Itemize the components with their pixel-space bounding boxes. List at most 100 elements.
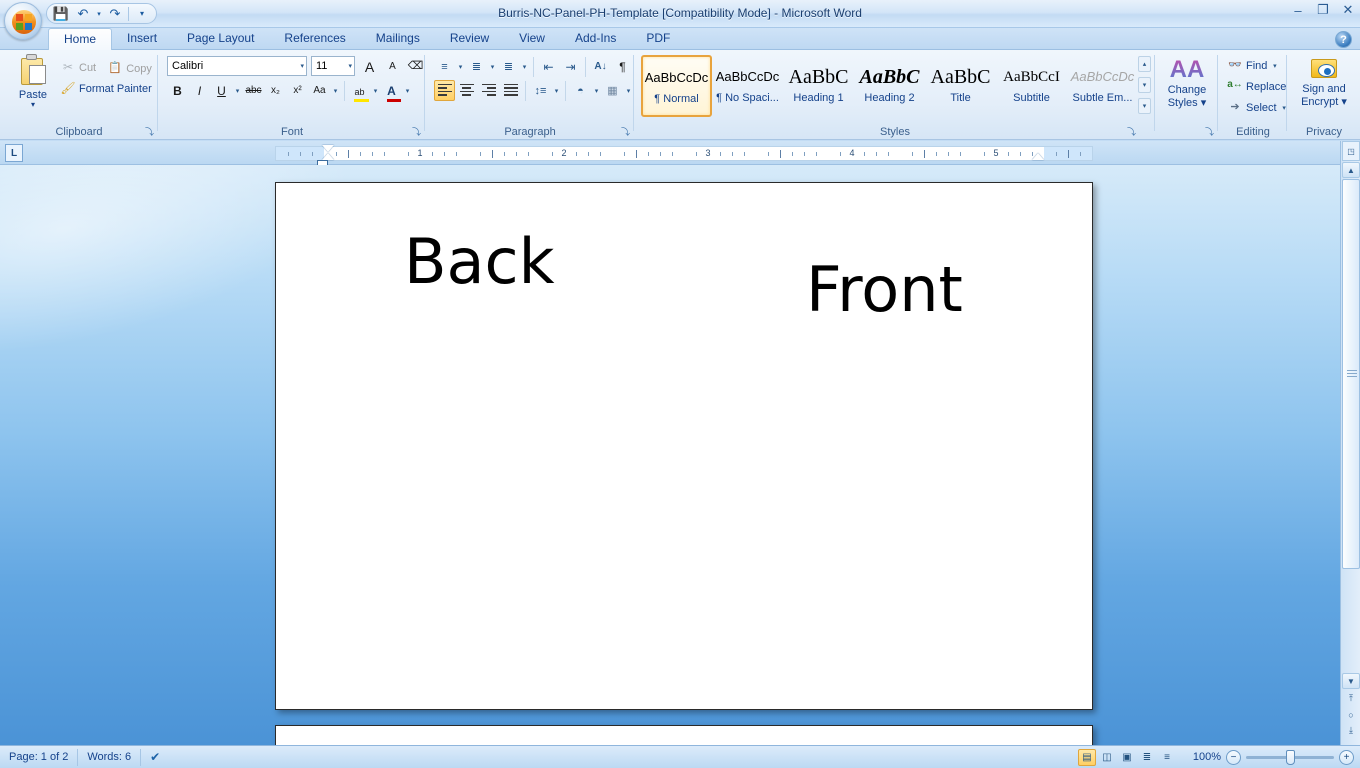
sort-button[interactable]: A↓ <box>590 56 611 77</box>
find-button[interactable]: 👓 Find ▾ <box>1223 56 1293 76</box>
tab-review[interactable]: Review <box>435 28 504 50</box>
vertical-scrollbar[interactable]: ◳ ▲ ▼ ⤒ ○ ⤓ <box>1340 141 1360 745</box>
minimize-button[interactable]: – <box>1290 2 1306 18</box>
tab-home[interactable]: Home <box>48 28 113 50</box>
office-button[interactable] <box>4 2 42 40</box>
align-left-button[interactable] <box>434 80 455 101</box>
subscript-button[interactable]: x₂ <box>265 80 286 101</box>
document-canvas[interactable]: Back Front <box>0 165 1340 745</box>
change-styles-dialog-launcher[interactable]: ⤵ <box>1204 127 1215 138</box>
close-button[interactable]: ✕ <box>1340 2 1356 18</box>
style-title[interactable]: AaBbC Title <box>925 55 996 117</box>
styles-scroll-down-icon[interactable]: ▾ <box>1138 77 1151 93</box>
bullets-dropdown-icon[interactable]: ▾ <box>456 63 465 71</box>
clear-formatting-button[interactable]: ⌫ <box>405 56 426 77</box>
replace-button[interactable]: a↔ Replace <box>1223 77 1293 97</box>
select-browse-object-top-icon[interactable]: ◳ <box>1342 141 1360 161</box>
page-indicator[interactable]: Page: 1 of 2 <box>0 748 79 766</box>
font-color-dropdown-icon[interactable]: ▾ <box>403 87 412 95</box>
borders-button[interactable]: ▦ <box>602 80 623 101</box>
strikethrough-button[interactable]: abc <box>243 80 264 101</box>
line-spacing-dropdown-icon[interactable]: ▾ <box>552 87 561 95</box>
help-icon[interactable]: ? <box>1335 31 1352 48</box>
superscript-button[interactable]: x² <box>287 80 308 101</box>
numbering-button[interactable]: ≣ <box>466 56 487 77</box>
styles-more-icon[interactable]: ▾ <box>1138 98 1151 114</box>
tab-add-ins[interactable]: Add-Ins <box>560 28 631 50</box>
change-styles-button[interactable]: AA Change Styles ▾ <box>1156 56 1218 109</box>
line-spacing-button[interactable]: ↕≡ <box>530 80 551 101</box>
view-draft-button[interactable]: ≡ <box>1158 749 1176 766</box>
highlight-dropdown-icon[interactable]: ▾ <box>371 87 380 95</box>
tab-insert[interactable]: Insert <box>112 28 172 50</box>
select-button[interactable]: ➔ Select ▾ <box>1223 98 1293 118</box>
tab-stop-selector[interactable]: L <box>5 144 23 162</box>
underline-button[interactable]: U <box>211 80 232 101</box>
customize-qat-icon[interactable]: ▾ <box>132 5 152 22</box>
clipboard-dialog-launcher[interactable]: ⤵ <box>144 127 155 138</box>
select-browse-object-button[interactable]: ○ <box>1344 707 1358 722</box>
format-painter-button[interactable]: 🖌 Format Painter <box>56 79 156 99</box>
paste-button[interactable]: Paste ▾ <box>10 54 56 109</box>
hanging-indent-marker[interactable] <box>322 153 334 160</box>
right-indent-marker[interactable] <box>1032 153 1044 160</box>
style-subtle-emphasis[interactable]: AaBbCcDc Subtle Em... <box>1067 55 1138 117</box>
restore-button[interactable]: ❐ <box>1315 2 1331 18</box>
style-heading-1[interactable]: AaBbC Heading 1 <box>783 55 854 117</box>
shading-dropdown-icon[interactable]: ▾ <box>592 87 601 95</box>
view-web-layout-button[interactable]: ▣ <box>1118 749 1136 766</box>
multilevel-list-button[interactable]: ≣ <box>498 56 519 77</box>
underline-dropdown-icon[interactable]: ▾ <box>233 87 242 95</box>
bold-button[interactable]: B <box>167 80 188 101</box>
styles-dialog-launcher[interactable]: ⤵ <box>1126 127 1137 138</box>
save-icon[interactable]: 💾 <box>51 5 71 22</box>
show-formatting-marks-button[interactable]: ¶ <box>612 56 633 77</box>
tab-references[interactable]: References <box>269 28 360 50</box>
document-page-2[interactable] <box>275 725 1093 745</box>
undo-icon[interactable]: ↶ <box>73 5 93 22</box>
bullets-button[interactable]: ≡ <box>434 56 455 77</box>
font-color-button[interactable]: A <box>381 80 402 102</box>
proofing-status-button[interactable]: ✔ <box>141 749 169 766</box>
scroll-down-button[interactable]: ▼ <box>1342 673 1360 689</box>
change-case-button[interactable]: Aa <box>309 80 330 101</box>
zoom-in-button[interactable]: + <box>1339 749 1354 765</box>
scrollbar-thumb[interactable] <box>1342 179 1360 569</box>
redo-icon[interactable]: ↷ <box>105 5 125 22</box>
paragraph-dialog-launcher[interactable]: ⤵ <box>620 127 631 138</box>
paste-dropdown-icon[interactable]: ▾ <box>10 101 56 109</box>
font-dialog-launcher[interactable]: ⤵ <box>411 127 422 138</box>
view-print-layout-button[interactable]: ▤ <box>1078 748 1096 766</box>
tab-mailings[interactable]: Mailings <box>361 28 435 50</box>
decrease-indent-button[interactable]: ⇤ <box>538 56 559 77</box>
justify-button[interactable] <box>500 80 521 101</box>
previous-page-button[interactable]: ⤒ <box>1344 691 1358 706</box>
style-subtitle[interactable]: AaBbCcI Subtitle <box>996 55 1067 117</box>
zoom-level-label[interactable]: 100% <box>1187 751 1221 763</box>
word-count[interactable]: Words: 6 <box>78 748 142 766</box>
borders-dropdown-icon[interactable]: ▾ <box>624 87 633 95</box>
grow-font-button[interactable]: A <box>359 56 380 77</box>
text-highlight-button[interactable]: ab <box>349 80 370 102</box>
style-heading-2[interactable]: AaBbC Heading 2 <box>854 55 925 117</box>
shrink-font-button[interactable]: A <box>382 56 403 77</box>
style-normal[interactable]: AaBbCcDc ¶ Normal <box>641 55 712 117</box>
view-outline-button[interactable]: ≣ <box>1138 749 1156 766</box>
tab-view[interactable]: View <box>504 28 560 50</box>
find-dropdown-icon[interactable]: ▾ <box>1270 62 1279 70</box>
font-name-combobox[interactable]: Calibri ▾ <box>167 56 307 76</box>
style-no-spacing[interactable]: AaBbCcDc ¶ No Spaci... <box>712 55 783 117</box>
zoom-slider-thumb[interactable] <box>1286 749 1295 765</box>
sign-and-encrypt-button[interactable]: Sign and Encrypt ▾ <box>1288 55 1360 108</box>
zoom-slider-track[interactable] <box>1246 749 1334 765</box>
first-line-indent-marker[interactable] <box>322 145 334 152</box>
copy-button[interactable]: 📋 Copy <box>103 59 156 79</box>
increase-indent-button[interactable]: ⇥ <box>560 56 581 77</box>
italic-button[interactable]: I <box>189 80 210 101</box>
scroll-up-button[interactable]: ▲ <box>1342 162 1360 178</box>
view-full-screen-reading-button[interactable]: ◫ <box>1098 749 1116 766</box>
align-center-button[interactable] <box>456 80 477 101</box>
next-page-button[interactable]: ⤓ <box>1344 723 1358 738</box>
document-page-1[interactable]: Back Front <box>275 182 1093 710</box>
chevron-down-icon[interactable]: ▾ <box>348 62 352 70</box>
